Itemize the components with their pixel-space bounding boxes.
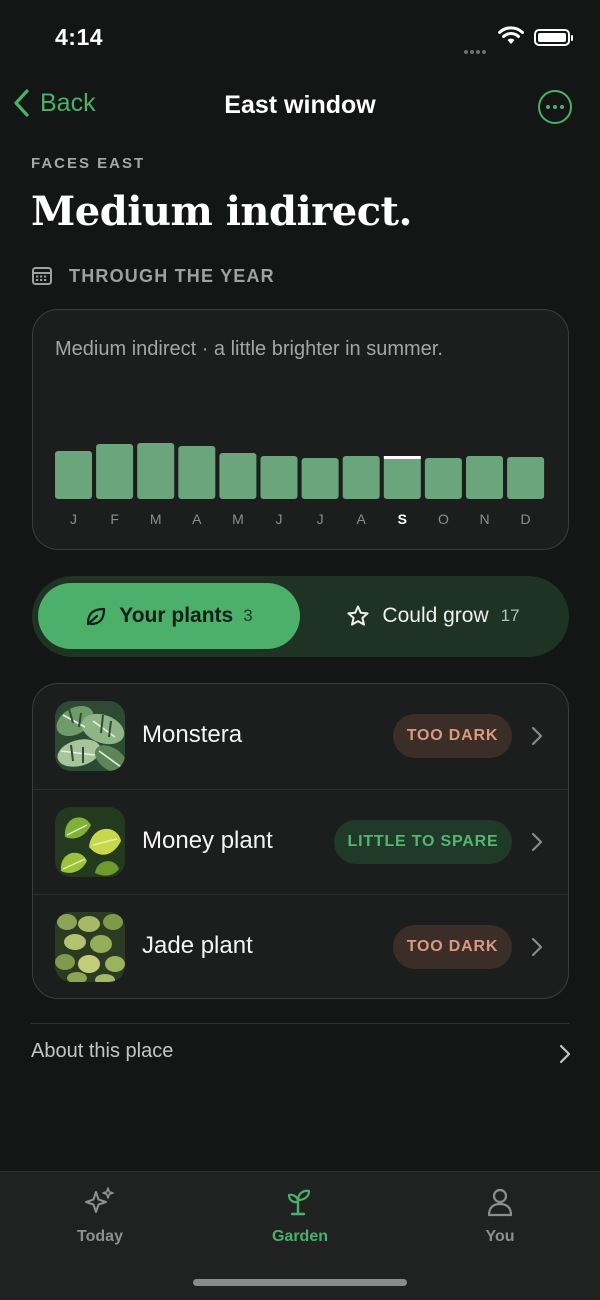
about-this-place-link[interactable]: About this place <box>31 1040 571 1070</box>
jade-plant-thumbnail <box>55 912 125 982</box>
month-label-5: J <box>276 511 283 527</box>
plant-name: Money plant <box>142 827 273 854</box>
sprout-icon <box>287 1189 311 1216</box>
plants-segmented-control: Your plants 3 Could grow 17 <box>32 576 569 657</box>
chevron-right-icon <box>531 726 543 746</box>
month-label-6: J <box>317 511 324 527</box>
tab-label: Garden <box>271 1228 328 1245</box>
plant-name: Monstera <box>142 721 243 748</box>
sparkles-icon <box>85 1187 114 1213</box>
section-header: THROUGH THE YEAR <box>31 265 275 287</box>
plant-name: Jade plant <box>142 932 253 959</box>
star-icon <box>347 605 370 626</box>
month-label-8: S <box>398 511 407 527</box>
month-label-1: F <box>110 511 119 527</box>
tab-today[interactable]: Today <box>40 1184 160 1246</box>
nav-bar: Back East window <box>0 78 600 138</box>
month-label-9: O <box>438 511 449 527</box>
signal-icon <box>464 36 492 54</box>
could-grow-count: 17 <box>500 606 520 625</box>
status-badge: TOO DARK <box>393 925 512 969</box>
month-label-2: M <box>150 511 162 527</box>
chevron-right-icon <box>531 937 543 957</box>
bar-11 <box>507 457 545 499</box>
bar-6 <box>301 458 339 499</box>
month-label-0: J <box>70 511 77 527</box>
light-chart-card: Medium indirect · a little brighter in s… <box>32 309 569 550</box>
bar-5 <box>260 456 298 499</box>
person-icon <box>487 1188 513 1217</box>
bar-10 <box>466 456 503 499</box>
chevron-right-icon <box>559 1044 571 1064</box>
about-label: About this place <box>31 1040 174 1062</box>
money-plant-thumbnail <box>55 807 125 877</box>
bar-9 <box>424 458 462 499</box>
month-label-4: M <box>232 511 244 527</box>
monstera-thumbnail <box>55 701 125 771</box>
plant-row-jade-plant[interactable]: Jade plant TOO DARK <box>33 894 568 998</box>
divider <box>31 1023 569 1024</box>
bar-7 <box>342 456 380 499</box>
month-label-7: A <box>357 511 367 527</box>
bar-4 <box>219 453 257 499</box>
bar-1 <box>96 444 134 499</box>
tab-label: Today <box>77 1228 123 1245</box>
home-indicator <box>193 1279 407 1286</box>
could-grow-label: Could grow <box>382 604 489 627</box>
bar-2 <box>137 443 175 499</box>
status-bar: 4:14 <box>0 0 600 78</box>
bar-0 <box>55 451 92 499</box>
tab-could-grow[interactable]: Could grow 17 <box>302 583 564 649</box>
tab-your-plants[interactable]: Your plants 3 <box>38 583 300 649</box>
status-badge: TOO DARK <box>393 714 512 758</box>
calendar-icon <box>32 267 52 285</box>
nav-title: East window <box>224 91 376 119</box>
orientation-label: FACES EAST <box>31 155 146 172</box>
leaf-icon <box>87 607 106 626</box>
tab-garden[interactable]: Garden <box>240 1184 360 1246</box>
month-label-10: N <box>479 511 489 527</box>
battery-icon <box>534 29 573 46</box>
month-label-11: D <box>521 511 531 527</box>
status-badge: LITTLE TO SPARE <box>334 820 512 864</box>
month-label-3: A <box>192 511 202 527</box>
tab-you[interactable]: You <box>440 1184 560 1246</box>
your-plants-count: 3 <box>243 606 253 625</box>
section-label: THROUGH THE YEAR <box>69 265 275 286</box>
wifi-icon <box>498 26 524 44</box>
plant-row-monstera[interactable]: Monstera TOO DARK <box>33 684 568 789</box>
tab-label: You <box>485 1228 515 1245</box>
current-month-marker <box>383 456 421 459</box>
monthly-light-chart: JFMAMJJASOND <box>55 443 545 527</box>
your-plants-label: Your plants <box>119 604 234 627</box>
bar-3 <box>178 446 216 499</box>
status-time: 4:14 <box>55 24 104 50</box>
chevron-right-icon <box>531 832 543 852</box>
plant-row-money-plant[interactable]: Money plant LITTLE TO SPARE <box>33 789 568 894</box>
plant-list: Monstera TOO DARK Money plant LITTLE TO … <box>32 683 569 999</box>
more-options-button[interactable] <box>538 90 572 124</box>
page-title: Medium indirect. <box>31 188 412 235</box>
bar-8 <box>383 457 421 499</box>
